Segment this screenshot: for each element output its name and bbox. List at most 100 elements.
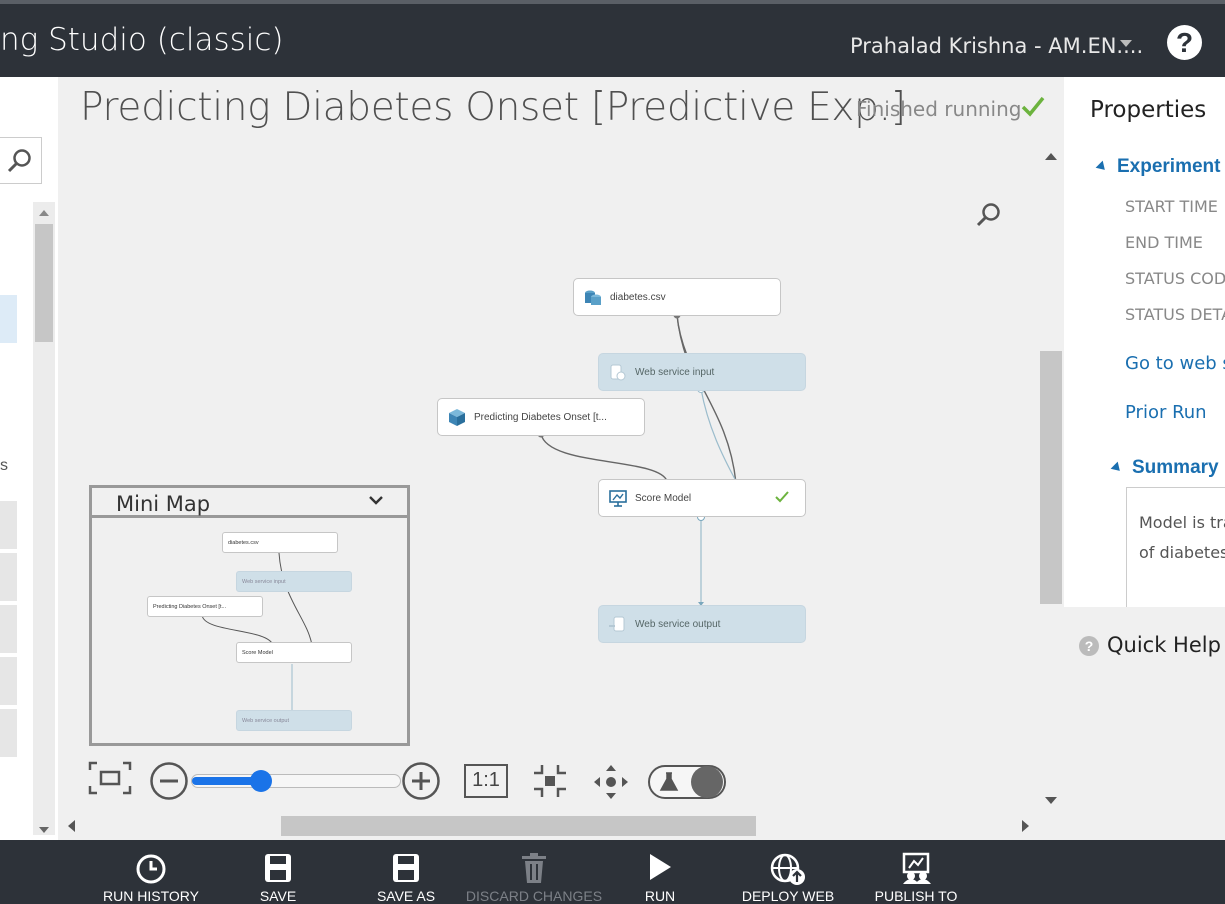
module-label: diabetes.csv — [610, 291, 666, 303]
quick-help-label: Quick Help — [1107, 633, 1221, 657]
scroll-right-icon[interactable] — [1022, 820, 1029, 832]
command-label: RUN — [644, 888, 676, 904]
fit-selection-icon[interactable] — [532, 763, 568, 799]
mini-map-module: Predicting Diabetes Onset [t... — [147, 596, 263, 617]
properties-panel: Properties Experiment START TIME END TIM… — [1064, 77, 1225, 607]
toggle-knob — [691, 766, 723, 798]
mini-map-module: Score Model — [236, 642, 352, 663]
collapse-triangle-icon[interactable] — [1095, 160, 1109, 174]
search-icon[interactable] — [974, 201, 1004, 231]
module-web-service-input[interactable]: Web service input — [598, 353, 806, 391]
user-menu[interactable]: Prahalad Krishna - AM.EN.... — [850, 34, 1143, 58]
module-palette: s — [0, 77, 58, 840]
palette-scroll-thumb[interactable] — [35, 224, 53, 342]
property-key: START TIME — [1125, 197, 1218, 216]
palette-item[interactable] — [0, 605, 17, 653]
scroll-up-icon[interactable] — [1045, 153, 1057, 160]
actual-size-button[interactable]: 1:1 — [464, 764, 508, 798]
mini-map-module: diabetes.csv — [222, 532, 338, 553]
run-button[interactable]: RUN — [620, 840, 700, 904]
lab-toggle[interactable] — [648, 765, 726, 799]
canvas-horizontal-scrollbar[interactable] — [60, 815, 1040, 837]
horizontal-scroll-thumb[interactable] — [281, 816, 756, 836]
property-key: END TIME — [1125, 233, 1203, 252]
command-label: DISCARD CHANGES — [465, 888, 603, 904]
prior-run-link[interactable]: Prior Run — [1125, 402, 1207, 423]
pan-icon[interactable] — [592, 763, 630, 801]
save-as-button[interactable]: SAVE AS — [366, 840, 446, 904]
property-key: STATUS COD — [1125, 269, 1225, 288]
check-icon — [1021, 96, 1045, 117]
command-bar: RUN HISTORY SAVE SAVE AS DISCARD CHANGES… — [0, 840, 1225, 904]
palette-item[interactable] — [0, 709, 17, 757]
discard-changes-button[interactable]: DISCARD CHANGES — [466, 840, 602, 904]
save-button[interactable]: SAVE — [238, 840, 318, 904]
flask-icon — [659, 772, 679, 791]
deploy-web-service-button[interactable]: DEPLOY WEB — [738, 840, 838, 904]
properties-title: Properties — [1090, 97, 1207, 123]
scroll-down-icon[interactable] — [39, 827, 49, 833]
dataset-icon — [582, 286, 604, 308]
command-label: SAVE AS — [376, 888, 436, 904]
mini-map-module: Web service input — [236, 571, 352, 592]
palette-item[interactable] — [0, 657, 17, 705]
zoom-in-icon[interactable] — [401, 761, 441, 801]
play-icon — [650, 854, 671, 880]
app-title: ng Studio (classic) — [0, 22, 284, 58]
module-label: Score Model — [635, 492, 692, 504]
publish-icon — [902, 852, 931, 884]
search-icon — [7, 149, 31, 173]
experiment-canvas[interactable]: Predicting Diabetes Onset [Predictive Ex… — [58, 77, 1064, 840]
scroll-down-icon[interactable] — [1045, 797, 1057, 804]
floppy-icon — [393, 854, 419, 882]
canvas-vertical-scrollbar[interactable] — [1040, 149, 1062, 814]
experiment-section-header[interactable]: Experiment — [1117, 156, 1220, 178]
run-history-button[interactable]: RUN HISTORY — [101, 840, 201, 904]
module-label: Web service output — [635, 618, 721, 630]
palette-scrollbar[interactable] — [33, 202, 55, 835]
command-label: DEPLOY WEB — [741, 888, 835, 904]
palette-item-selected[interactable] — [0, 295, 17, 343]
property-key: STATUS DETA — [1125, 305, 1225, 324]
caret-down-icon[interactable] — [1120, 40, 1132, 47]
mini-map[interactable]: Mini Map diabetes.csv Web service input … — [89, 485, 410, 746]
run-status: Finished running — [856, 97, 1022, 121]
mini-map-module: Web service output — [236, 710, 352, 731]
go-to-web-service-link[interactable]: Go to web s — [1125, 353, 1225, 374]
command-label: RUN HISTORY — [103, 888, 199, 904]
globe-upload-icon — [770, 853, 805, 885]
help-circle-icon: ? — [1079, 636, 1099, 656]
zoom-slider-handle[interactable] — [250, 770, 272, 792]
palette-text-fragment: s — [0, 457, 8, 474]
scroll-up-icon[interactable] — [39, 210, 49, 216]
quick-help-panel[interactable]: ? Quick Help — [1064, 612, 1225, 840]
module-web-service-output[interactable]: Web service output — [598, 605, 806, 643]
zoom-slider[interactable] — [191, 770, 401, 792]
help-button[interactable]: ? — [1167, 25, 1202, 60]
clock-icon — [136, 854, 166, 884]
palette-search-button[interactable] — [0, 137, 42, 184]
summary-text: Model is tra of diabetes — [1139, 513, 1225, 562]
floppy-icon — [265, 854, 291, 882]
cube-icon — [446, 406, 468, 428]
vertical-scroll-thumb[interactable] — [1040, 351, 1062, 604]
palette-item[interactable] — [0, 553, 17, 601]
scroll-left-icon[interactable] — [68, 820, 75, 832]
fit-to-screen-icon[interactable] — [88, 760, 132, 796]
module-trained-model[interactable]: Predicting Diabetes Onset [t... — [437, 398, 645, 436]
module-label: Web service input — [635, 366, 715, 378]
module-dataset[interactable]: diabetes.csv — [573, 278, 781, 316]
web-service-icon — [607, 613, 629, 635]
command-label: SAVE — [259, 888, 297, 904]
top-bar: ng Studio (classic) Prahalad Krishna - A… — [0, 0, 1225, 77]
module-score-model[interactable]: Score Model — [598, 479, 806, 517]
summary-textbox[interactable]: Model is tra of diabetes — [1126, 487, 1225, 607]
palette-item[interactable] — [0, 501, 17, 549]
zoom-out-icon[interactable] — [149, 761, 189, 801]
experiment-title[interactable]: Predicting Diabetes Onset [Predictive Ex… — [80, 85, 906, 130]
trash-icon — [522, 853, 546, 883]
module-label: Predicting Diabetes Onset [t... — [474, 411, 607, 423]
collapse-triangle-icon[interactable] — [1110, 461, 1124, 475]
publish-to-gallery-button[interactable]: PUBLISH TO — [866, 840, 966, 904]
summary-section-header[interactable]: Summary — [1132, 457, 1219, 479]
